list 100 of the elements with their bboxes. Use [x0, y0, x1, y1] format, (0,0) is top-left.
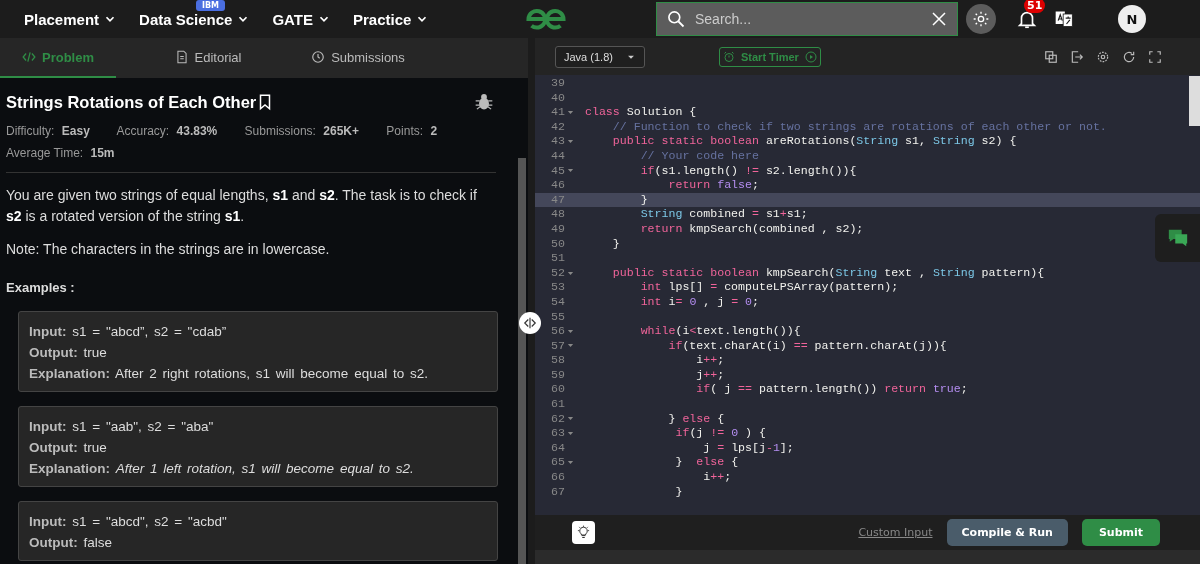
alarm-icon — [723, 50, 735, 63]
code-line: j++; — [695, 367, 725, 383]
description-text: Note: The characters in the strings are in lowercase. — [6, 240, 331, 259]
line-number: 60 — [550, 382, 565, 398]
fold-caret-icon[interactable] — [567, 342, 574, 350]
code-line: class Solution { — [585, 105, 697, 120]
bug-icon[interactable] — [474, 92, 494, 112]
sun-icon — [973, 11, 989, 27]
stat-value: Easy — [61, 124, 90, 138]
line-number: 46 — [550, 178, 565, 193]
code-line: if(text.charAt(i) == pattern.charAt(j)){ — [667, 338, 947, 354]
lightbulb-icon — [576, 525, 591, 540]
description-text: You are given two strings of equal lengths, s1 and s2. The task is to check if s2 is a rotated version of the string s1. — [6, 186, 478, 226]
stat-value: 43.83% — [176, 124, 218, 138]
theme-toggle-button[interactable] — [966, 4, 996, 34]
line-number: 62 — [550, 411, 565, 427]
fold-caret-icon[interactable] — [567, 167, 574, 175]
example-line: Explanation: After 1 left rotation, s1 will become equal to s2. — [29, 460, 415, 478]
play-icon — [804, 50, 817, 63]
line-number: 67 — [550, 484, 565, 500]
translate-icon[interactable] — [1054, 9, 1074, 29]
line-number: 41 — [550, 105, 565, 120]
code-line: j = lps[j-1]; — [702, 440, 794, 456]
line-number: 65 — [550, 455, 565, 471]
fold-caret-icon[interactable] — [567, 459, 574, 467]
stat-label: Accuracy: — [116, 124, 170, 138]
line-number: 50 — [550, 236, 565, 252]
stat-label: Difficulty: — [6, 124, 55, 138]
avatar[interactable]: N — [1118, 5, 1146, 33]
fullscreen-icon[interactable] — [1148, 49, 1162, 64]
fold-caret-icon[interactable] — [567, 430, 574, 438]
line-number: 48 — [550, 207, 565, 222]
code-line: // Function to check if two strings are rotations of each other or not. — [611, 119, 1107, 135]
nav-menu[interactable]: GATE — [272, 10, 331, 28]
line-number: 39 — [550, 76, 565, 91]
settings-icon[interactable] — [1096, 49, 1110, 64]
nav-menu[interactable]: Data Science — [139, 10, 251, 28]
language-dropdown[interactable]: Java (1.8) — [555, 45, 645, 68]
fold-caret-icon[interactable] — [567, 138, 574, 146]
tab[interactable]: Submissions — [300, 38, 416, 78]
section-heading: Examples : — [6, 280, 76, 295]
code-line: while(i<text.length()){ — [639, 324, 801, 339]
line-number: 42 — [550, 119, 565, 135]
fold-caret-icon[interactable] — [567, 327, 574, 335]
tab[interactable]: Problem — [0, 38, 116, 78]
line-number: 43 — [550, 134, 565, 149]
code-line: } else { — [667, 411, 725, 427]
example-line: Output: true — [29, 344, 108, 362]
code-line: if(s1.length() != s2.length()){ — [639, 163, 857, 179]
fold-caret-icon[interactable] — [567, 109, 574, 116]
submit-button[interactable]: Submit — [1081, 519, 1160, 546]
custom-input-link[interactable]: Custom Input — [858, 526, 933, 539]
code-line: String combined = s1+s1; — [639, 207, 808, 222]
stat-value: 2 — [430, 124, 438, 138]
search-icon — [666, 9, 686, 29]
fold-caret-icon[interactable] — [567, 415, 574, 423]
clock-icon — [311, 50, 326, 64]
reset-icon[interactable] — [1122, 49, 1136, 64]
search-field[interactable]: Search... — [656, 2, 958, 36]
code-line: i++; — [702, 470, 732, 485]
code-line: public static boolean kmpSearch(String text , String pattern){ — [611, 265, 1045, 281]
chat-button[interactable] — [1155, 214, 1200, 262]
line-number: 54 — [550, 294, 565, 310]
example-line: Input: s1 = "abcd", s2 = "acbd" — [29, 513, 228, 531]
line-number: 66 — [550, 470, 565, 485]
line-number: 53 — [550, 280, 565, 295]
line-number: 47 — [550, 192, 565, 208]
code-line: public static boolean areRotations(String s1, String s2) { — [611, 134, 1017, 149]
exit-icon[interactable] — [1070, 49, 1084, 64]
code-line: return kmpSearch(combined , s2); — [639, 221, 864, 237]
code-line: } else { — [674, 455, 739, 471]
document-icon — [174, 50, 189, 64]
fold-caret-icon[interactable] — [567, 269, 574, 277]
nav-menu[interactable]: Practice — [353, 10, 430, 28]
copy-icon[interactable] — [1044, 49, 1058, 64]
splitter-bar[interactable] — [528, 38, 535, 564]
line-number: 52 — [550, 265, 565, 281]
stat-label: Submissions: — [244, 124, 316, 138]
code-line: int lps[] = computeLPSArray(pattern); — [639, 280, 899, 295]
compile-run-button[interactable]: Compile & Run — [946, 519, 1068, 546]
problem-title: Strings Rotations of Each Other — [6, 92, 257, 112]
example-line: Output: true — [29, 439, 108, 457]
line-number: 40 — [550, 90, 565, 106]
hint-button[interactable] — [572, 521, 595, 544]
code-line: } — [674, 484, 683, 500]
scrollbar[interactable] — [518, 158, 526, 564]
split-arrows-icon — [523, 316, 537, 330]
start-timer-button[interactable]: Start Timer — [719, 46, 821, 67]
code-line: if( j == pattern.length()) return true; — [695, 382, 968, 398]
example-line: Output: false — [29, 534, 114, 552]
close-icon[interactable] — [930, 10, 948, 28]
code-line: int i= 0 , j = 0; — [639, 294, 759, 310]
stat-value: 265K+ — [323, 124, 359, 138]
tab[interactable]: Editorial — [150, 38, 266, 78]
nav-menu[interactable]: Placement — [24, 10, 118, 28]
line-number: 56 — [550, 324, 565, 339]
scrollbar[interactable] — [1189, 76, 1200, 126]
line-number: 59 — [550, 367, 565, 383]
chat-icon — [1166, 227, 1189, 249]
code-line: i++; — [695, 353, 725, 368]
